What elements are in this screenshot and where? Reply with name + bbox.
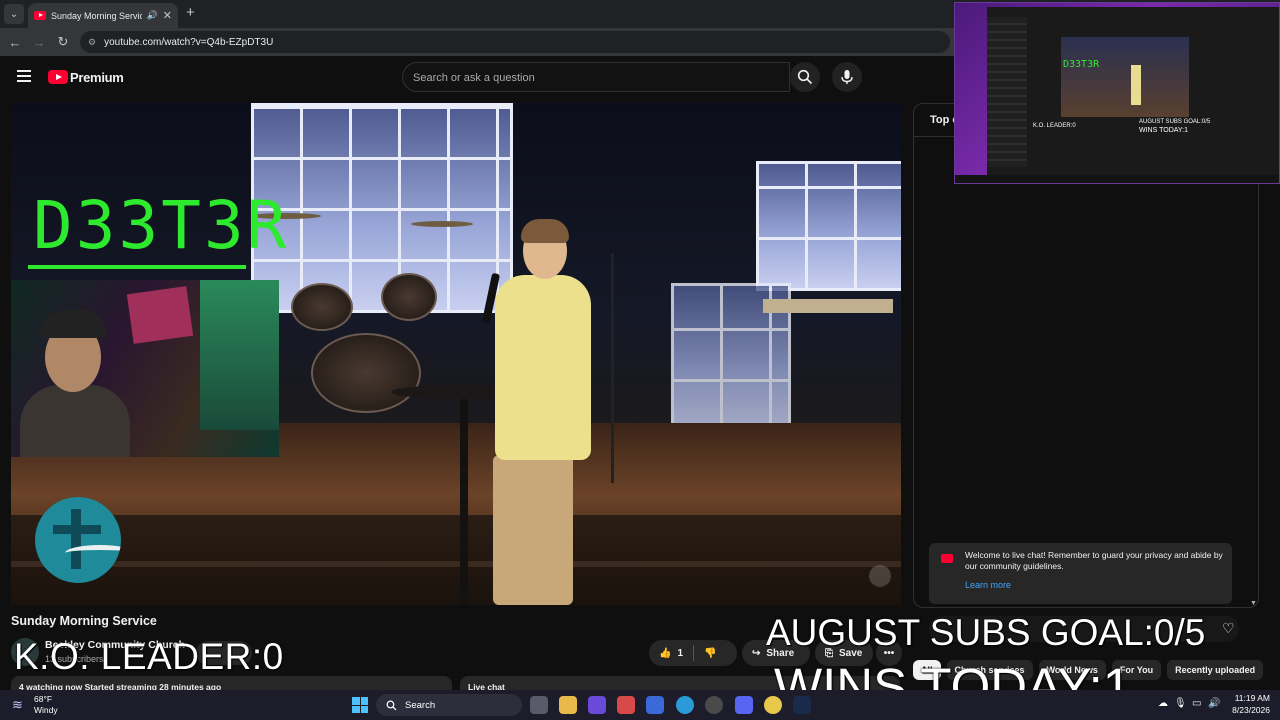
app-icon[interactable] (705, 696, 723, 714)
windows-start-icon[interactable] (352, 697, 368, 713)
weather-wind-icon[interactable]: ≋ (12, 697, 23, 713)
heart-icon[interactable]: ♡ (1222, 620, 1235, 637)
page-scrollbar[interactable] (1268, 100, 1280, 690)
tab-title: Sunday Morning Service - Y (51, 10, 142, 21)
windows-taskbar: ≋ 68°F Windy Search ☁ 🎙 ▭ 🔊 11:19 AM 8/2… (0, 690, 1280, 720)
share-arrow-icon: ↪ (752, 647, 761, 659)
tab-list-chevron-icon[interactable]: ⌄ (4, 4, 24, 24)
webcam-overlay (11, 280, 279, 457)
drum (291, 283, 353, 331)
discord-icon[interactable] (735, 696, 753, 714)
church-logo-icon (35, 497, 121, 583)
forward-arrow-icon[interactable]: → (30, 33, 48, 51)
drum (381, 273, 437, 321)
stage-step (11, 561, 901, 567)
thumbs-up-icon[interactable]: 👍 (659, 648, 671, 659)
youtube-brand[interactable]: Premium (70, 70, 124, 85)
ko-leader-overlay: K.O. LEADER:0 (14, 636, 284, 677)
address-bar[interactable]: ⚙ youtube.com/watch?v=Q4b-EZpDT3U (80, 31, 950, 53)
like-count[interactable]: 1 (677, 648, 683, 659)
microphone-tray-icon[interactable]: 🎙 (1174, 698, 1187, 709)
bass-drum (311, 333, 421, 413)
preview-speaker (1131, 65, 1141, 105)
reload-icon[interactable]: ↻ (54, 33, 72, 51)
speaker-torso (495, 275, 591, 460)
steam-icon[interactable] (793, 696, 811, 714)
voice-search-button[interactable] (832, 62, 862, 92)
search-button[interactable] (790, 62, 820, 92)
preview-taskbar (955, 175, 1279, 183)
cymbal (411, 221, 473, 227)
network-icon[interactable]: ▭ (1192, 698, 1201, 709)
chip-recently-uploaded[interactable]: Recently uploaded (1167, 660, 1264, 680)
stream-preview-window: D33T3R AUGUST SUBS GOAL:0/5 WINS TODAY:1… (954, 2, 1280, 184)
preview-subs-goal: AUGUST SUBS GOAL:0/5 (1139, 119, 1211, 125)
video-title: Sunday Morning Service (11, 614, 157, 628)
mic-stand (611, 253, 614, 483)
search-icon (797, 69, 813, 85)
taskbar-search-label: Search (405, 699, 436, 711)
chrome-icon[interactable] (764, 696, 782, 714)
preview-browser: D33T3R AUGUST SUBS GOAL:0/5 WINS TODAY:1… (987, 7, 1279, 175)
browser-tab-active[interactable]: Sunday Morning Service - Y 🔊 ✕ (28, 3, 178, 28)
youtube-favicon-icon (34, 11, 46, 20)
webcam-person-body (20, 385, 130, 457)
file-explorer-icon[interactable] (559, 696, 577, 714)
tab-audio-icon[interactable]: 🔊 (147, 10, 158, 21)
youtube-favicon-icon (941, 554, 953, 563)
stream-overlay-name: D33T3R (33, 187, 290, 264)
address-url: youtube.com/watch?v=Q4b-EZpDT3U (104, 36, 274, 48)
divider (693, 645, 695, 661)
back-arrow-icon[interactable]: ← (6, 33, 24, 51)
video-control-button[interactable] (869, 565, 891, 587)
preview-wins-today: WINS TODAY:1 (1139, 127, 1189, 134)
search-icon (386, 700, 397, 710)
store-icon[interactable] (617, 696, 635, 714)
copilot-icon[interactable] (588, 696, 606, 714)
clock-time[interactable]: 11:19 AM (1226, 693, 1270, 703)
preview-video (1061, 37, 1189, 117)
search-input[interactable]: Search or ask a question (402, 62, 790, 92)
site-info-icon[interactable]: ⚙ (88, 37, 96, 48)
clock-date[interactable]: 8/23/2026 (1222, 705, 1270, 715)
speaker-legs (493, 455, 573, 605)
learn-more-link[interactable]: Learn more (965, 580, 1011, 590)
screen: ⌄ Sunday Morning Service - Y 🔊 ✕ + ← → ↻… (0, 0, 1280, 720)
chat-scroll-down-icon[interactable]: ▼ (1250, 600, 1257, 607)
taskbar-search[interactable]: Search (376, 694, 522, 716)
weather-description[interactable]: Windy (34, 705, 58, 715)
webcam-person-cap (40, 310, 106, 338)
edge-icon[interactable] (676, 696, 694, 714)
youtube-logo-icon[interactable] (48, 70, 68, 84)
thumbs-down-icon[interactable]: 👎 (704, 648, 716, 659)
like-dislike-group: 👍 1 👎 (649, 640, 737, 666)
speaker-hair (521, 219, 569, 243)
table-leg (460, 395, 468, 605)
preview-sidebar (987, 17, 1027, 167)
task-view-icon[interactable] (530, 696, 548, 714)
stage-window (756, 161, 901, 291)
microphone-icon (841, 70, 853, 84)
app-icon[interactable] (646, 696, 664, 714)
keyboard (763, 299, 893, 313)
menu-icon[interactable] (17, 70, 31, 82)
stage-window (251, 103, 513, 313)
overlay-underline (28, 265, 246, 269)
video-player[interactable]: D33T3R (11, 103, 901, 605)
preview-ko-leader: K.O. LEADER:0 (1033, 123, 1076, 129)
webcam-poster (126, 286, 194, 344)
weather-temperature[interactable]: 68°F (34, 694, 52, 704)
chat-welcome-banner: Welcome to live chat! Remember to guard … (929, 543, 1232, 604)
subs-goal-overlay: AUGUST SUBS GOAL:0/5 (766, 612, 1206, 653)
welcome-text: Welcome to live chat! Remember to guard … (965, 550, 1223, 571)
preview-overlay-name: D33T3R (1063, 59, 1100, 70)
stage-front (11, 515, 901, 605)
tab-close-icon[interactable]: ✕ (163, 9, 172, 22)
new-tab-button[interactable]: + (186, 4, 195, 21)
webcam-background-art (200, 280, 279, 430)
tray-app-icon[interactable]: ☁ (1158, 698, 1168, 709)
volume-icon[interactable]: 🔊 (1208, 698, 1220, 709)
